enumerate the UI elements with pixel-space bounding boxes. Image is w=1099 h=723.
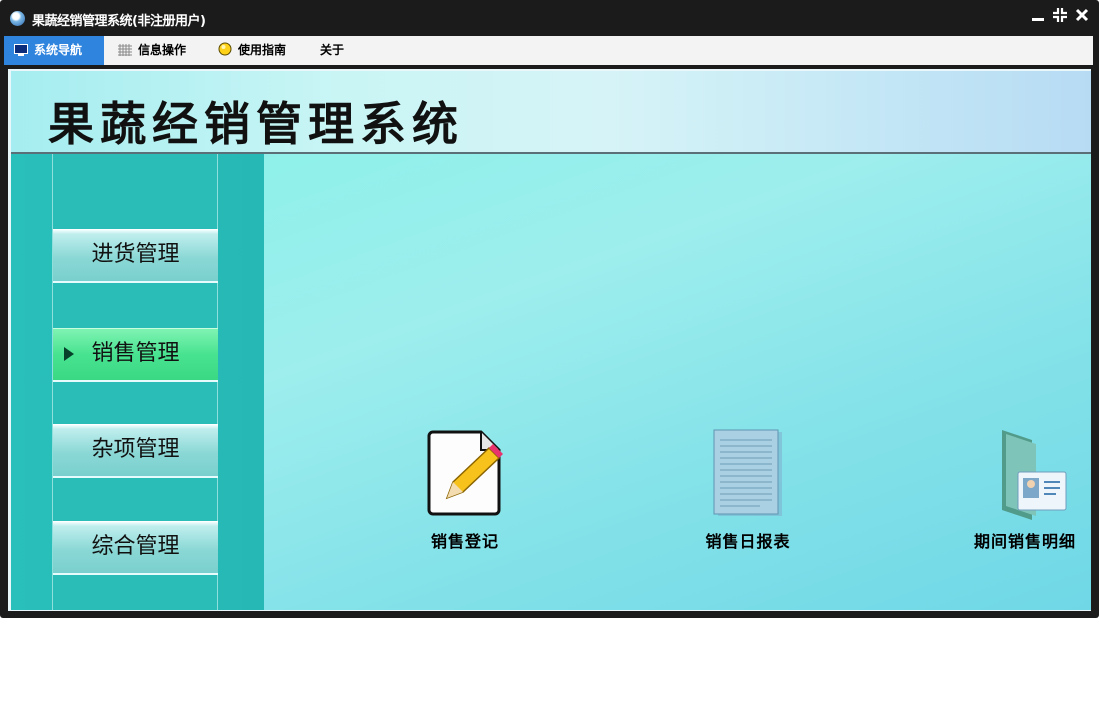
menu-info-ops[interactable]: 信息操作	[108, 36, 204, 65]
sidebar-item-misc[interactable]: 杂项管理	[53, 424, 218, 478]
menu-label: 信息操作	[138, 43, 187, 57]
sidebar-item-label: 销售管理	[91, 341, 180, 366]
window-title: 果蔬经销管理系统(非注册用户)	[32, 14, 206, 29]
sidebar-item-purchase[interactable]: 进货管理	[53, 229, 218, 283]
bulb-icon	[218, 38, 232, 56]
contact-folder-icon	[992, 430, 1068, 524]
menu-label: 系统导航	[34, 43, 83, 57]
minimize-icon[interactable]	[1028, 7, 1048, 27]
app-window: 果蔬经销管理系统(非注册用户) 系统导航 信息操作 使用指南 关于 果蔬经销管理…	[0, 0, 1099, 618]
tile-period-detail[interactable]: 期间销售明细	[974, 428, 1075, 558]
edit-document-icon	[425, 430, 505, 522]
sidebar-item-general[interactable]: 综合管理	[53, 521, 218, 575]
selected-arrow-icon	[64, 347, 74, 361]
tile-label: 期间销售明细	[973, 532, 1076, 551]
monitor-icon	[14, 38, 28, 56]
menu-user-guide[interactable]: 使用指南	[208, 36, 306, 65]
menu-about[interactable]: 关于	[310, 36, 360, 65]
close-icon[interactable]	[1072, 7, 1092, 27]
tile-sales-register[interactable]: 销售登记	[420, 428, 510, 558]
sidebar-item-label: 进货管理	[91, 242, 180, 267]
report-document-icon	[710, 429, 786, 524]
tile-label: 销售登记	[430, 532, 499, 551]
header-banner: 果蔬经销管理系统	[11, 71, 1091, 154]
grid-icon	[118, 38, 132, 56]
menu-label: 关于	[320, 43, 345, 57]
menu-label: 使用指南	[238, 43, 287, 57]
menu-system-nav[interactable]: 系统导航	[4, 36, 104, 65]
sidebar-item-sales[interactable]: 销售管理	[53, 328, 218, 382]
sidebar-item-label: 杂项管理	[91, 437, 180, 462]
sidebar: 进货管理 销售管理 杂项管理 综合管理	[11, 154, 264, 610]
menu-bar: 系统导航 信息操作 使用指南 关于	[4, 36, 1093, 65]
page-title: 果蔬经销管理系统	[48, 97, 464, 151]
title-bar[interactable]: 果蔬经销管理系统(非注册用户)	[0, 0, 1099, 36]
main-panel: 销售登记 销售日报表 期间销售明细	[264, 154, 1091, 610]
sidebar-item-label: 综合管理	[91, 534, 180, 559]
tile-daily-report[interactable]: 销售日报表	[705, 428, 790, 558]
content-area: 果蔬经销管理系统 进货管理 销售管理 杂项管理 综合管理 销售登记 销售日报表 …	[8, 69, 1091, 611]
tile-label: 销售日报表	[705, 532, 791, 551]
app-logo-icon	[10, 11, 25, 26]
restore-icon[interactable]	[1050, 7, 1070, 27]
